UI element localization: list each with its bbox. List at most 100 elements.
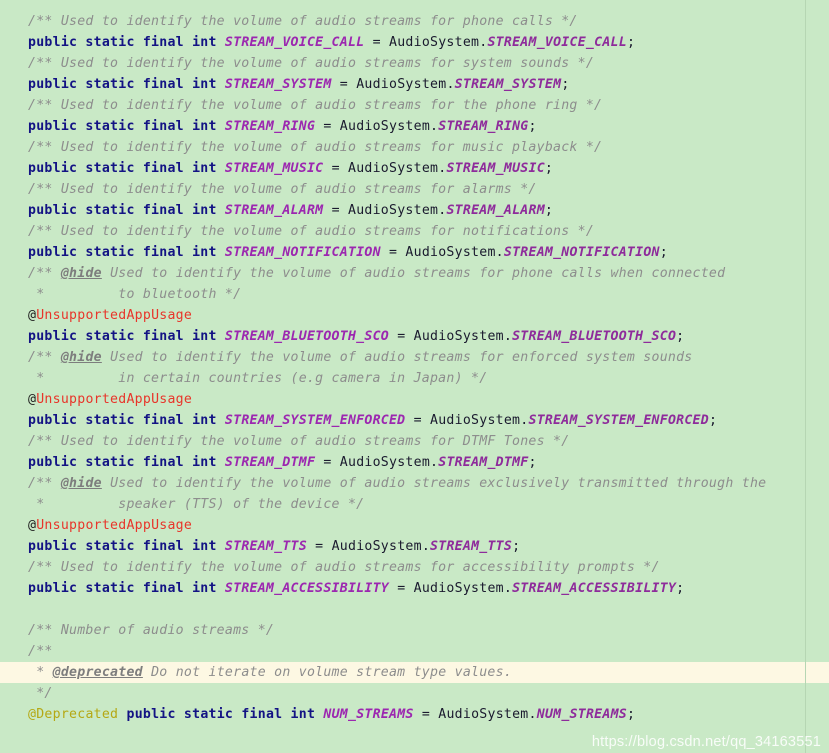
owner-class[interactable]: AudioSystem [414, 581, 504, 596]
owner-class[interactable]: AudioSystem [405, 245, 495, 260]
code-line[interactable]: * to bluetooth */ [0, 284, 829, 305]
semicolon: ; [528, 455, 537, 470]
code-line[interactable]: public static final int STREAM_DTMF = Au… [0, 452, 829, 473]
member-reference[interactable]: STREAM_ACCESSIBILITY [512, 581, 676, 596]
field-name[interactable]: STREAM_RING [225, 119, 315, 134]
comment-text: /** Used to identify the volume of audio… [28, 434, 570, 449]
member-reference[interactable]: STREAM_BLUETOOTH_SCO [512, 329, 676, 344]
code-line[interactable]: @UnsupportedAppUsage [0, 515, 829, 536]
code-line[interactable]: /** @hide Used to identify the volume of… [0, 473, 829, 494]
code-line[interactable]: /** Used to identify the volume of audio… [0, 431, 829, 452]
code-line[interactable]: @UnsupportedAppUsage [0, 389, 829, 410]
javadoc-tag[interactable]: @hide [61, 350, 102, 365]
code-line[interactable]: @UnsupportedAppUsage [0, 305, 829, 326]
code-line[interactable]: */ [0, 683, 829, 704]
declaration-modifiers: public static final int [28, 329, 217, 344]
code-line[interactable]: public static final int STREAM_ALARM = A… [0, 200, 829, 221]
javadoc-tag[interactable]: @hide [61, 266, 102, 281]
owner-class[interactable]: AudioSystem [348, 161, 438, 176]
owner-class[interactable]: AudioSystem [430, 413, 520, 428]
field-name[interactable]: STREAM_MUSIC [225, 161, 323, 176]
member-reference[interactable]: STREAM_VOICE_CALL [487, 35, 626, 50]
field-name[interactable]: STREAM_NOTIFICATION [225, 245, 381, 260]
member-reference[interactable]: STREAM_DTMF [438, 455, 528, 470]
code-line[interactable]: * in certain countries (e.g camera in Ja… [0, 368, 829, 389]
field-name[interactable]: STREAM_BLUETOOTH_SCO [225, 329, 389, 344]
member-reference[interactable]: STREAM_SYSTEM_ENFORCED [528, 413, 708, 428]
member-reference[interactable]: STREAM_MUSIC [446, 161, 544, 176]
code-line[interactable]: /** Used to identify the volume of audio… [0, 53, 829, 74]
code-line[interactable]: public static final int STREAM_VOICE_CAL… [0, 32, 829, 53]
member-reference[interactable]: STREAM_RING [438, 119, 528, 134]
member-reference[interactable]: STREAM_SYSTEM [455, 77, 562, 92]
code-lines-container: /** Used to identify the volume of audio… [0, 11, 829, 725]
code-line[interactable]: /** [0, 641, 829, 662]
code-line[interactable]: public static final int STREAM_RING = Au… [0, 116, 829, 137]
semicolon: ; [708, 413, 718, 428]
semicolon: ; [544, 161, 554, 176]
field-name[interactable]: STREAM_SYSTEM_ENFORCED [225, 413, 405, 428]
member-reference[interactable]: STREAM_ALARM [446, 203, 544, 218]
comment-text: * in certain countries (e.g camera in Ja… [28, 371, 488, 386]
annotation-name[interactable]: Deprecated [36, 707, 118, 722]
code-line[interactable]: public static final int STREAM_SYSTEM_EN… [0, 410, 829, 431]
comment-prefix: * [28, 665, 53, 680]
code-line[interactable]: /** Used to identify the volume of audio… [0, 137, 829, 158]
code-line[interactable]: /** @hide Used to identify the volume of… [0, 347, 829, 368]
member-reference[interactable]: STREAM_TTS [430, 539, 512, 554]
code-line[interactable]: public static final int STREAM_MUSIC = A… [0, 158, 829, 179]
code-line[interactable]: @Deprecated public static final int NUM_… [0, 704, 829, 725]
declaration-modifiers: public static final int [28, 413, 217, 428]
owner-class[interactable]: AudioSystem [348, 203, 438, 218]
annotation-name[interactable]: UnsupportedAppUsage [36, 308, 192, 323]
code-line[interactable]: /** Used to identify the volume of audio… [0, 221, 829, 242]
semicolon: ; [544, 203, 554, 218]
code-editor-view[interactable]: /** Used to identify the volume of audio… [0, 0, 829, 753]
annotation-at-icon: @ [28, 392, 37, 407]
code-line[interactable]: /** Number of audio streams */ [0, 620, 829, 641]
field-name[interactable]: STREAM_SYSTEM [225, 77, 332, 92]
field-name[interactable]: STREAM_TTS [225, 539, 307, 554]
field-name[interactable]: NUM_STREAMS [323, 707, 413, 722]
assign-operator: = [315, 119, 340, 134]
field-name[interactable]: STREAM_ACCESSIBILITY [225, 581, 389, 596]
code-line[interactable]: /** Used to identify the volume of audio… [0, 11, 829, 32]
annotation-name[interactable]: UnsupportedAppUsage [36, 518, 192, 533]
code-line[interactable]: public static final int STREAM_NOTIFICAT… [0, 242, 829, 263]
owner-class[interactable]: AudioSystem [340, 455, 430, 470]
declaration-modifiers: public static final int [28, 35, 217, 50]
code-line[interactable]: /** Used to identify the volume of audio… [0, 179, 829, 200]
code-line[interactable]: * @deprecated Do not iterate on volume s… [0, 662, 829, 683]
owner-class[interactable]: AudioSystem [389, 35, 479, 50]
code-line[interactable]: public static final int STREAM_SYSTEM = … [0, 74, 829, 95]
assign-operator: = [331, 77, 357, 92]
code-line[interactable]: public static final int STREAM_TTS = Aud… [0, 536, 829, 557]
comment-text: /** Used to identify the volume of audio… [28, 98, 603, 113]
owner-class[interactable]: AudioSystem [332, 539, 422, 554]
code-line[interactable]: public static final int STREAM_ACCESSIBI… [0, 578, 829, 599]
javadoc-tag[interactable]: @deprecated [53, 665, 143, 680]
owner-class[interactable]: AudioSystem [356, 77, 446, 92]
comment-text: Used to identify the volume of audio str… [101, 266, 726, 281]
code-line[interactable]: * speaker (TTS) of the device */ [0, 494, 829, 515]
code-line[interactable]: /** @hide Used to identify the volume of… [0, 263, 829, 284]
owner-class[interactable]: AudioSystem [438, 707, 528, 722]
declaration-modifiers: public static final int [28, 77, 217, 92]
javadoc-tag[interactable]: @hide [61, 476, 102, 491]
semicolon: ; [561, 77, 570, 92]
member-reference[interactable]: NUM_STREAMS [537, 707, 627, 722]
owner-class[interactable]: AudioSystem [340, 119, 430, 134]
code-line[interactable]: /** Used to identify the volume of audio… [0, 557, 829, 578]
member-reference[interactable]: STREAM_NOTIFICATION [504, 245, 660, 260]
annotation-name[interactable]: UnsupportedAppUsage [36, 392, 192, 407]
field-name[interactable]: STREAM_ALARM [225, 203, 323, 218]
field-name[interactable]: STREAM_VOICE_CALL [225, 35, 364, 50]
code-line[interactable]: public static final int STREAM_BLUETOOTH… [0, 326, 829, 347]
field-name[interactable]: STREAM_DTMF [225, 455, 315, 470]
owner-class[interactable]: AudioSystem [414, 329, 504, 344]
code-line[interactable] [0, 599, 829, 620]
code-line[interactable]: /** Used to identify the volume of audio… [0, 95, 829, 116]
comment-text: * to bluetooth */ [28, 287, 242, 302]
